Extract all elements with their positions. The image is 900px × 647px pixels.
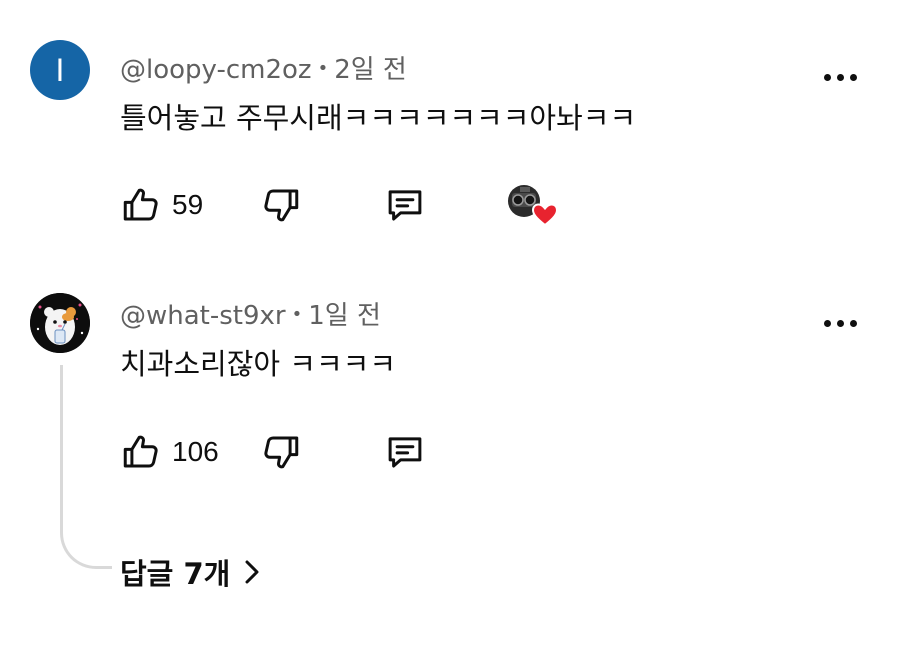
like-button[interactable]: 59: [120, 183, 203, 227]
more-dot-icon: [850, 74, 857, 81]
comment-meta: @what-st9xr • 1일 전: [120, 300, 381, 331]
thread-line: [60, 365, 112, 569]
separator-dot: •: [317, 58, 329, 79]
more-options-button[interactable]: [822, 71, 858, 83]
more-options-button[interactable]: [822, 317, 858, 329]
comment-icon: [388, 190, 422, 221]
more-dot-icon: [837, 320, 844, 327]
comment-text: 틀어놓고 주무시래ㅋㅋㅋㅋㅋㅋㅋ아놔ㅋㅋ: [120, 101, 637, 135]
comment-time[interactable]: 2일 전: [334, 55, 407, 85]
comment-icon: [388, 437, 422, 468]
view-replies-button[interactable]: 답글 7개: [120, 550, 260, 594]
creator-heart-icon: [508, 185, 559, 227]
avatar-letter: I: [55, 52, 65, 88]
creator-heart-badge: [506, 183, 560, 227]
thumbs-up-icon: [123, 188, 158, 221]
comment-meta: @loopy-cm2oz • 2일 전: [120, 54, 407, 85]
replies-label: 답글 7개: [120, 557, 231, 591]
dislike-button[interactable]: [260, 183, 302, 227]
chevron-right-icon: [245, 560, 259, 584]
more-dot-icon: [837, 74, 844, 81]
reply-button[interactable]: [383, 183, 427, 227]
comment-author[interactable]: @what-st9xr: [120, 301, 286, 331]
more-dot-icon: [850, 320, 857, 327]
thumbs-down-icon: [264, 189, 299, 222]
avatar[interactable]: I: [30, 40, 90, 100]
comment-time[interactable]: 1일 전: [308, 301, 381, 331]
like-button[interactable]: 106: [120, 430, 219, 474]
comment-text: 치과소리잖아 ㅋㅋㅋㅋ: [120, 347, 397, 381]
avatar[interactable]: [30, 293, 90, 353]
reply-button[interactable]: [383, 430, 427, 474]
like-count: 59: [172, 189, 204, 220]
more-dot-icon: [824, 320, 831, 327]
comment-author[interactable]: @loopy-cm2oz: [120, 55, 312, 85]
more-dot-icon: [824, 74, 831, 81]
thumbs-up-icon: [123, 435, 158, 468]
dislike-button[interactable]: [260, 430, 302, 474]
like-count: 106: [172, 436, 219, 467]
hamster-avatar-icon: [30, 293, 90, 353]
thumbs-down-icon: [264, 436, 299, 469]
separator-dot: •: [291, 304, 303, 325]
